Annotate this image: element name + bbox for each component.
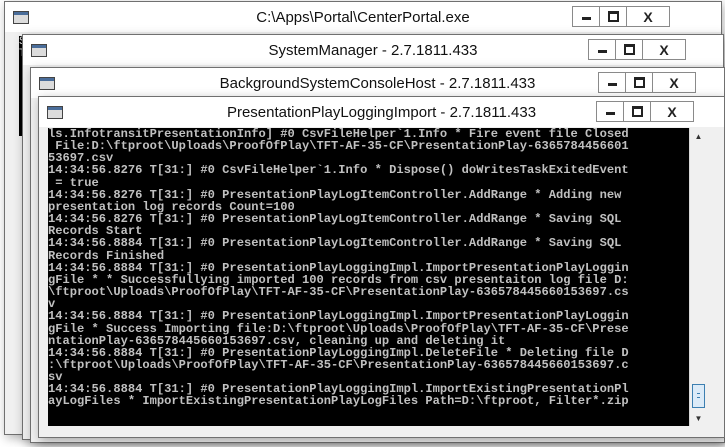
console-line: 14:34:56.8884 T[31:] #0 PresentationPlay… [48,309,629,324]
close-button[interactable]: X [650,101,694,122]
console-line: 14:34:56.8276 T[31:] #0 CsvFileHelper`1.… [48,163,629,178]
console-line: ayLogFiles * ImportExistingPresentationP… [48,394,629,409]
titlebar-center-portal[interactable]: C:\Apps\Portal\CenterPortal.exe X [5,2,721,32]
minimize-button[interactable] [598,72,626,93]
maximize-button[interactable] [625,72,653,93]
titlebar-system-manager[interactable]: SystemManager - 2.7.1811.433 X [23,35,723,65]
close-button[interactable]: X [652,72,696,93]
titlebar-background-host[interactable]: BackgroundSystemConsoleHost - 2.7.1811.4… [31,68,724,98]
scroll-down-arrow-icon[interactable]: ▼ [690,410,707,426]
minimize-button[interactable] [596,101,624,122]
console-line: File:D:\ftproot\Uploads\ProofOfPlay\TFT-… [48,139,629,154]
scrollbar-thumb[interactable] [692,384,705,408]
maximize-button[interactable] [623,101,651,122]
console-line: = true [48,175,99,190]
console-line: 14:34:56.8276 T[31:] #0 PresentationPlay… [48,212,622,227]
console-line: gFile * Success Importing file:D:\ftproo… [48,321,629,336]
vertical-scrollbar[interactable]: ▲ ▼ [689,128,707,426]
console-output[interactable]: ls.InfotransitPresentationInfo] #0 CsvFi… [48,128,689,426]
console-line: 14:34:56.8884 T[31:] #0 PresentationPlay… [48,236,622,251]
close-button[interactable]: X [626,6,670,27]
console-line: \ftproot\Uploads\ProofOfPlay\TFT-AF-35-C… [48,285,629,300]
titlebar-presentation-import[interactable]: PresentationPlayLoggingImport - 2.7.1811… [39,97,724,127]
console-line: :\ftproot\Uploads\ProofOfPlay\TFT-AF-35-… [48,357,629,372]
minimize-button[interactable] [572,6,600,27]
scroll-up-arrow-icon[interactable]: ▲ [690,128,707,144]
console-lines: ls.InfotransitPresentationInfo] #0 CsvFi… [48,128,689,408]
window-presentation-import: PresentationPlayLoggingImport - 2.7.1811… [38,96,725,438]
maximize-button[interactable] [615,39,643,60]
close-button[interactable]: X [642,39,686,60]
minimize-button[interactable] [588,39,616,60]
console-line: ntationPlay-636578445660153697.csv, clea… [48,333,506,348]
console-line: Records Finished [48,248,165,263]
maximize-button[interactable] [599,6,627,27]
